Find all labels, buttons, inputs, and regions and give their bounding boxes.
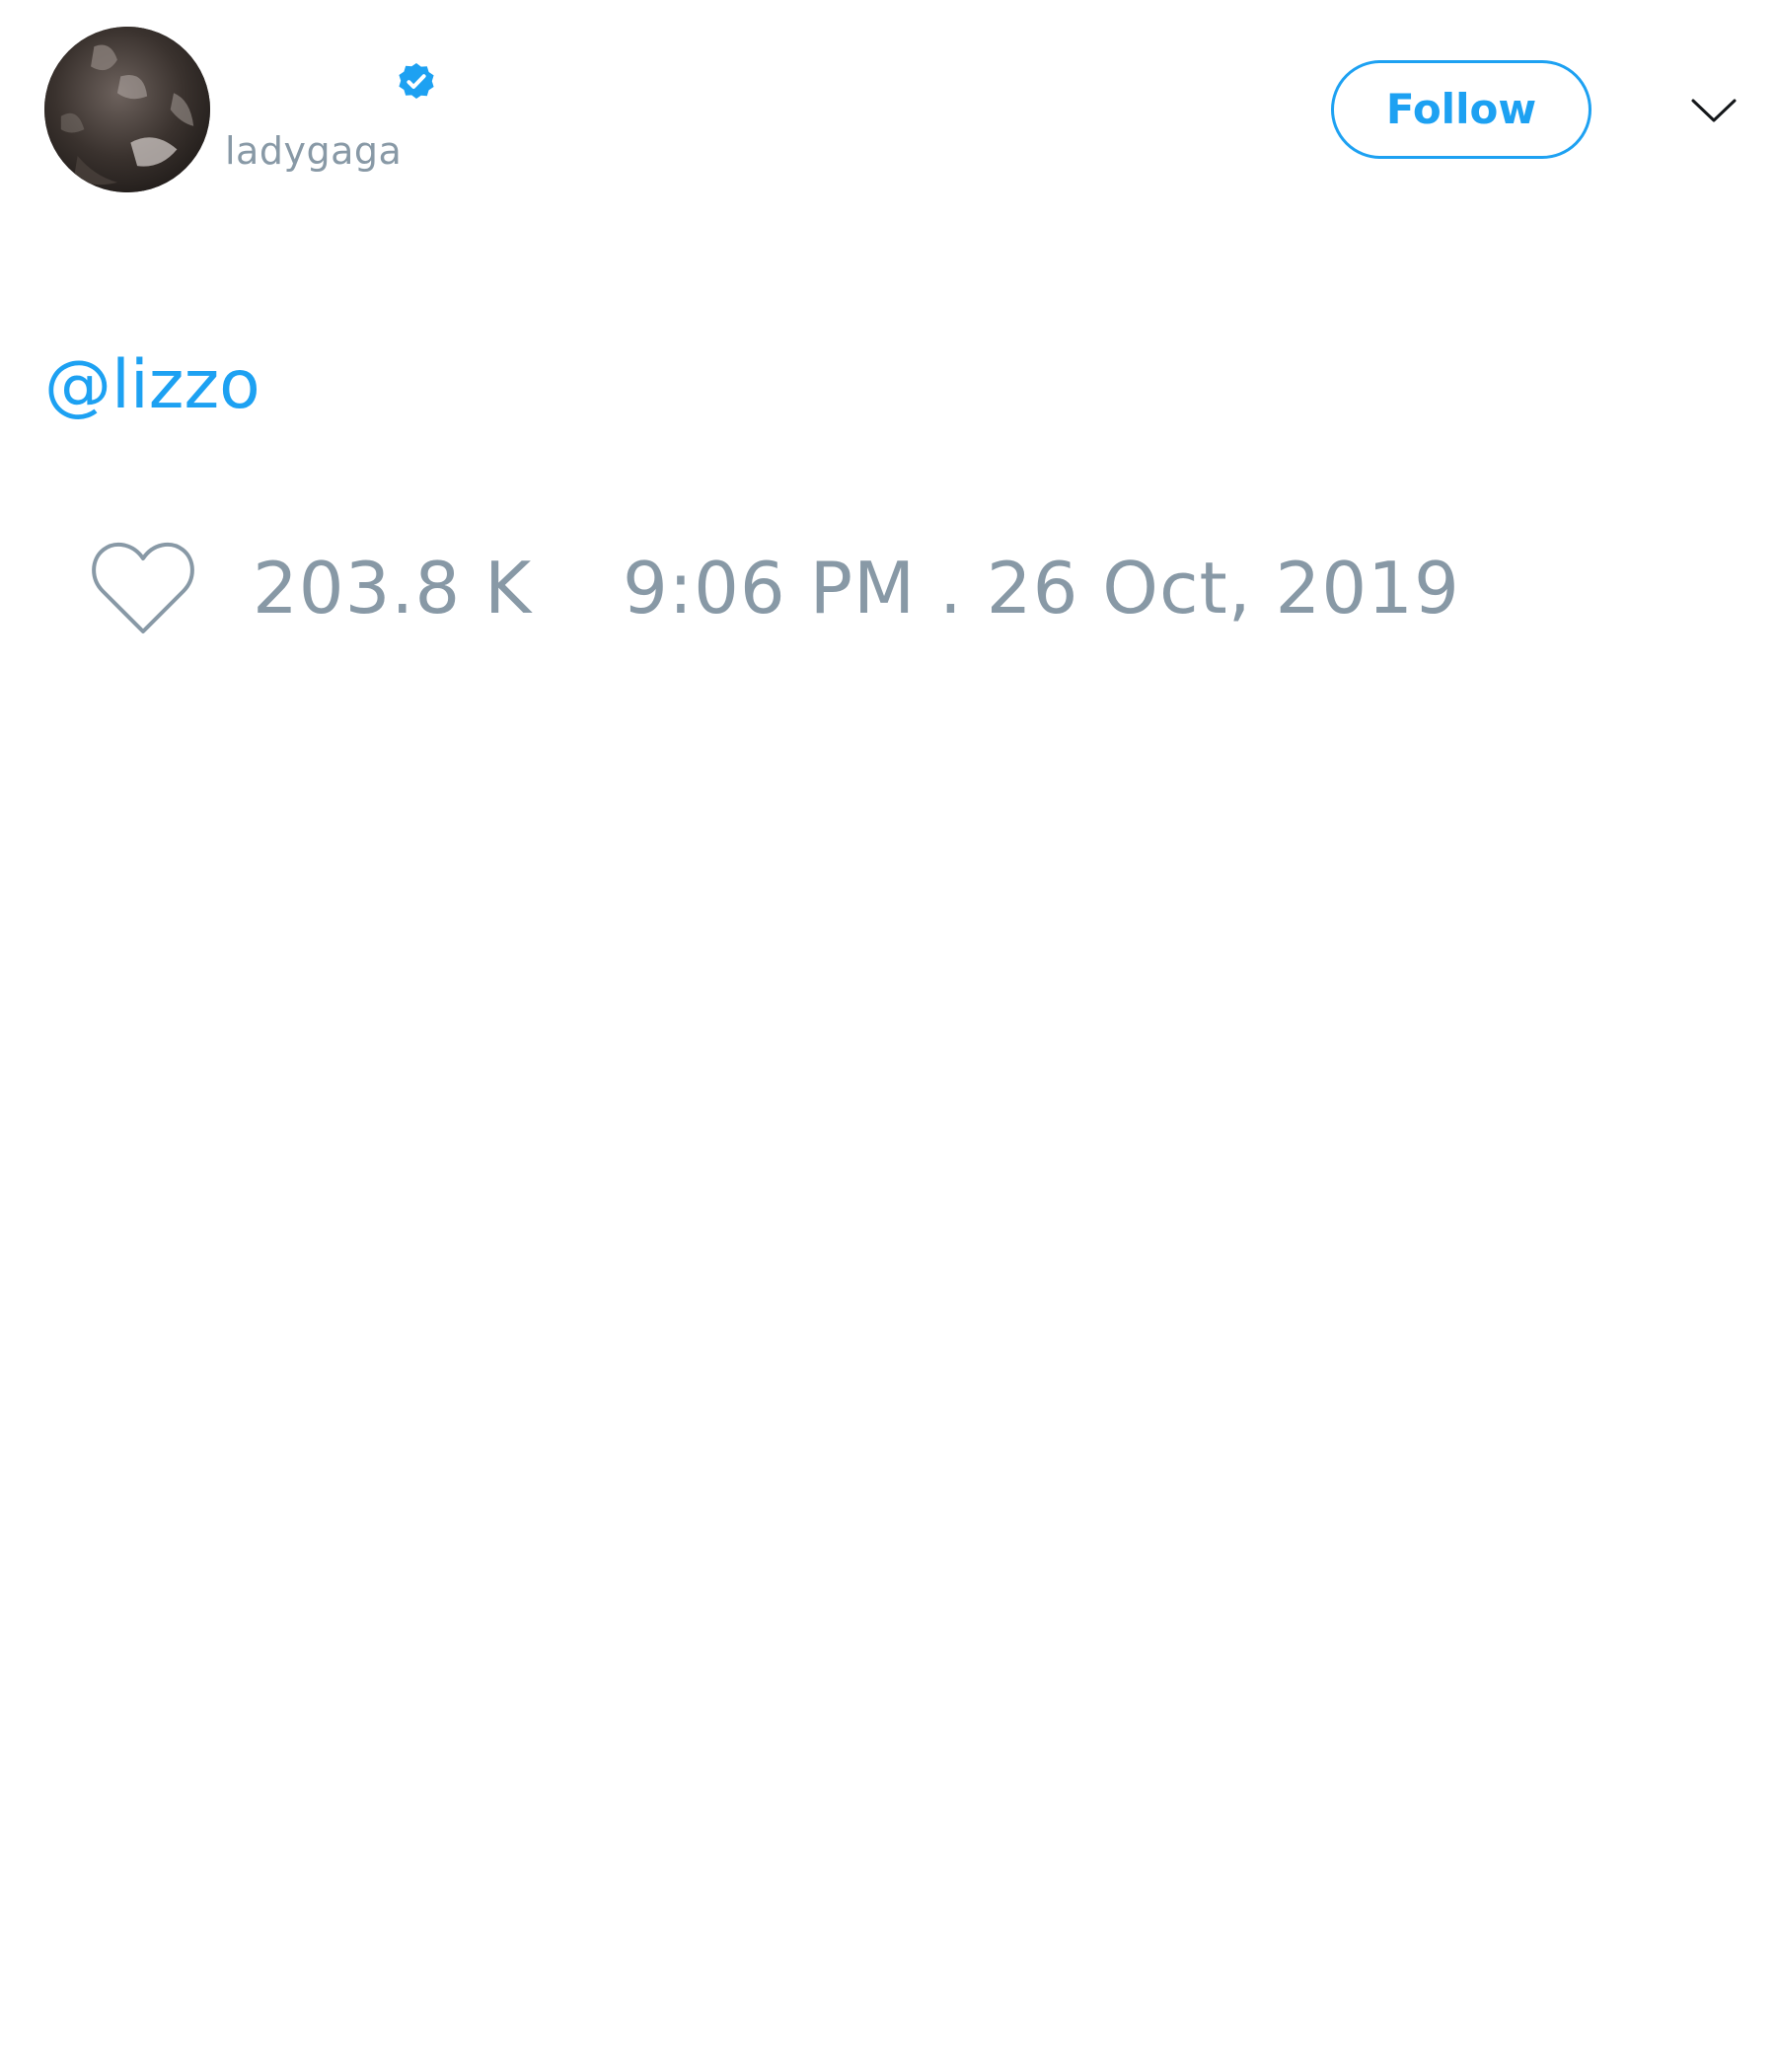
like-count: 203.8 K xyxy=(253,547,533,629)
tweet-timestamp[interactable]: 9:06 PM . 26 Oct, 2019 xyxy=(623,547,1460,629)
tweet-card: ladygaga Follow @lizzo 203.8 K 9:06 PM .… xyxy=(0,0,1776,2072)
avatar-image xyxy=(44,27,210,192)
chevron-down-icon[interactable] xyxy=(1689,87,1739,136)
tweet-text: @lizzo xyxy=(44,345,260,426)
username[interactable]: ladygaga xyxy=(225,128,402,174)
mention-link[interactable]: @lizzo xyxy=(44,346,260,424)
display-name[interactable] xyxy=(225,57,383,105)
verified-badge-icon xyxy=(393,57,440,105)
follow-button[interactable]: Follow xyxy=(1331,60,1591,159)
heart-icon[interactable] xyxy=(89,541,197,635)
avatar[interactable] xyxy=(44,27,210,192)
